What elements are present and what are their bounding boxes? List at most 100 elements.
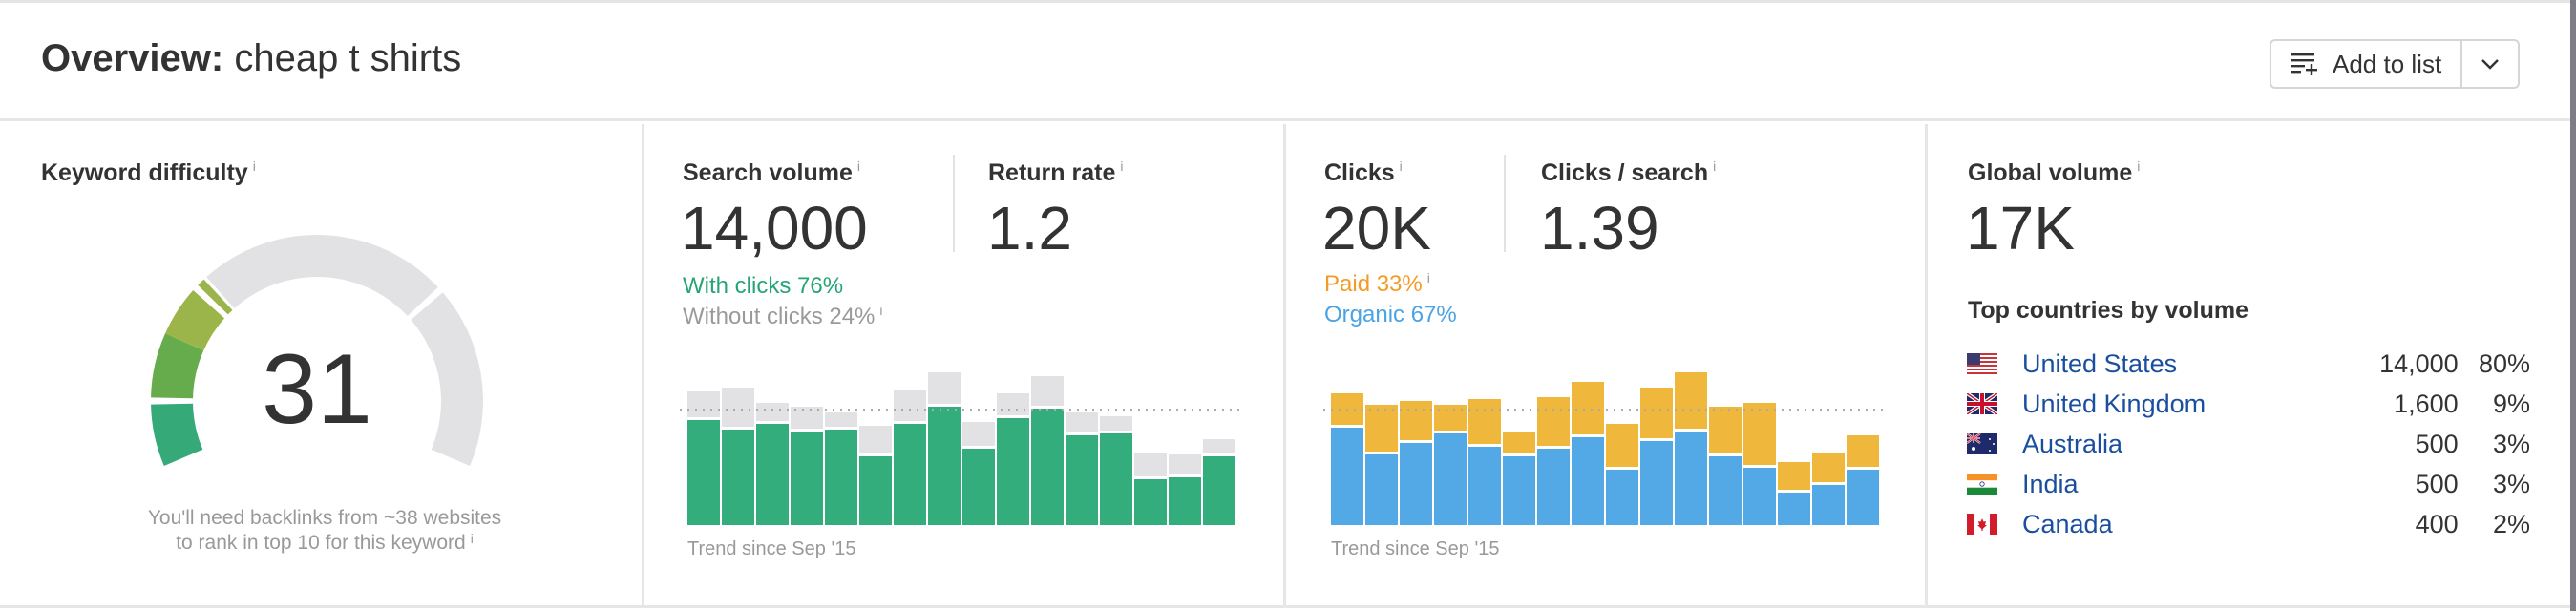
- without-clicks-bar[interactable]: [1169, 454, 1201, 474]
- gauge-segment-low: [151, 403, 203, 466]
- chevron-down-icon: [2481, 59, 2500, 70]
- without-clicks-bar[interactable]: [962, 422, 995, 446]
- organic-bar[interactable]: [1331, 428, 1363, 525]
- without-clicks-bar[interactable]: [928, 372, 961, 404]
- paid-bar[interactable]: [1812, 453, 1845, 482]
- organic-bar[interactable]: [1365, 454, 1398, 525]
- with-clicks-bar[interactable]: [791, 432, 823, 525]
- with-clicks-bar[interactable]: [722, 430, 754, 525]
- without-clicks-bar[interactable]: [1203, 439, 1235, 453]
- search-volume-trend-label: Trend since Sep '15: [687, 538, 856, 559]
- organic-bar[interactable]: [1812, 485, 1845, 525]
- organic-bar[interactable]: [1640, 441, 1673, 525]
- gauge-segment-empty: [411, 292, 483, 466]
- organic-bar[interactable]: [1572, 437, 1604, 525]
- without-clicks-bar[interactable]: [894, 390, 926, 421]
- info-icon[interactable]: i: [2137, 158, 2140, 174]
- us-flag-icon: [1967, 353, 1997, 374]
- organic-bar[interactable]: [1847, 470, 1879, 525]
- with-clicks-bar[interactable]: [825, 430, 857, 525]
- with-clicks-bar[interactable]: [1031, 409, 1064, 525]
- with-clicks-bar[interactable]: [687, 420, 720, 525]
- paid-bar[interactable]: [1606, 424, 1638, 467]
- with-clicks-bar[interactable]: [1134, 479, 1167, 525]
- caption-line-2-text: to rank in top 10 for this keyword: [176, 532, 466, 554]
- with-clicks-bar[interactable]: [859, 456, 892, 525]
- organic-bar[interactable]: [1434, 433, 1467, 525]
- organic-bar[interactable]: [1675, 432, 1707, 525]
- with-clicks-bar[interactable]: [756, 424, 789, 525]
- paid-bar[interactable]: [1468, 399, 1501, 444]
- title-prefix: Overview:: [41, 37, 224, 79]
- clicks-trend-label: Trend since Sep '15: [1331, 538, 1500, 559]
- info-icon[interactable]: i: [471, 531, 474, 546]
- paid-bar[interactable]: [1640, 388, 1673, 438]
- playlist-add-icon: [2291, 53, 2317, 75]
- paid-bar[interactable]: [1537, 397, 1570, 446]
- clicks-trend-chart: [1323, 372, 1885, 525]
- without-clicks-bar[interactable]: [1100, 416, 1132, 431]
- paid-bar[interactable]: [1503, 432, 1535, 453]
- add-to-list-dropdown[interactable]: [2462, 41, 2518, 87]
- gauge-segment-empty: [206, 235, 438, 317]
- organic-bar[interactable]: [1537, 449, 1570, 525]
- add-to-list-label: Add to list: [2333, 49, 2442, 78]
- organic-bar[interactable]: [1468, 447, 1501, 525]
- country-share: 2%: [2492, 509, 2530, 538]
- caption-line-1: You'll need backlinks from ~38 websites: [147, 507, 502, 529]
- paid-bar[interactable]: [1847, 435, 1879, 467]
- with-clicks-bar[interactable]: [1203, 456, 1235, 525]
- with-clicks-bar[interactable]: [1066, 435, 1098, 525]
- organic-bar[interactable]: [1606, 470, 1638, 525]
- organic-bar[interactable]: [1503, 456, 1535, 525]
- top-countries-label: Top countries by volume: [1968, 297, 2249, 324]
- without-clicks-bar[interactable]: [722, 388, 754, 427]
- country-volume: 500: [2415, 429, 2459, 458]
- without-clicks-bar[interactable]: [1031, 376, 1064, 406]
- without-clicks-bar[interactable]: [997, 393, 1029, 415]
- in-flag-icon: [1967, 474, 1997, 495]
- organic-bar[interactable]: [1778, 493, 1810, 525]
- scrollbar[interactable]: [2570, 0, 2576, 611]
- global-volume-label: Global volume i: [1968, 158, 2140, 187]
- country-share: 3%: [2492, 469, 2530, 498]
- without-clicks-bar[interactable]: [1066, 412, 1098, 432]
- without-clicks-bar[interactable]: [1134, 453, 1167, 476]
- with-clicks-bar[interactable]: [894, 424, 926, 525]
- organic-bar[interactable]: [1400, 443, 1432, 525]
- caption-line-2: to rank in top 10 for this keyword i: [95, 531, 554, 556]
- without-clicks-bar[interactable]: [687, 391, 720, 417]
- difficulty-caption: You'll need backlinks from ~38 websites …: [95, 506, 554, 556]
- global-volume-value: 17K: [1966, 194, 2075, 263]
- difficulty-score: 31: [262, 334, 372, 445]
- paid-bar[interactable]: [1365, 405, 1398, 452]
- without-clicks-bar[interactable]: [859, 426, 892, 453]
- country-row: Australia 500 3%: [1967, 424, 2530, 464]
- paid-bar[interactable]: [1675, 372, 1707, 429]
- paid-bar[interactable]: [1709, 407, 1742, 453]
- paid-bar[interactable]: [1743, 403, 1776, 465]
- without-clicks-bar[interactable]: [756, 403, 789, 421]
- paid-bar[interactable]: [1400, 401, 1432, 440]
- country-link[interactable]: India: [2022, 470, 2346, 499]
- with-clicks-bar[interactable]: [1100, 433, 1132, 525]
- without-clicks-bar[interactable]: [825, 412, 857, 427]
- paid-bar[interactable]: [1572, 382, 1604, 434]
- with-clicks-bar[interactable]: [1169, 477, 1201, 525]
- country-row: Canada 400 2%: [1967, 504, 2530, 544]
- country-volume: 500: [2415, 469, 2459, 498]
- organic-bar[interactable]: [1709, 456, 1742, 525]
- country-share: 80%: [2478, 348, 2530, 378]
- country-share: 9%: [2492, 389, 2530, 418]
- country-link[interactable]: United Kingdom: [2022, 390, 2346, 419]
- with-clicks-bar[interactable]: [962, 449, 995, 525]
- organic-bar[interactable]: [1743, 468, 1776, 525]
- country-link[interactable]: Australia: [2022, 430, 2346, 459]
- country-link[interactable]: Canada: [2022, 510, 2346, 539]
- title-keyword: cheap t shirts: [234, 37, 462, 79]
- paid-bar[interactable]: [1778, 462, 1810, 490]
- with-clicks-bar[interactable]: [997, 418, 1029, 525]
- country-link[interactable]: United States: [2022, 349, 2346, 379]
- add-to-list-button[interactable]: Add to list: [2271, 41, 2463, 87]
- with-clicks-bar[interactable]: [928, 407, 961, 525]
